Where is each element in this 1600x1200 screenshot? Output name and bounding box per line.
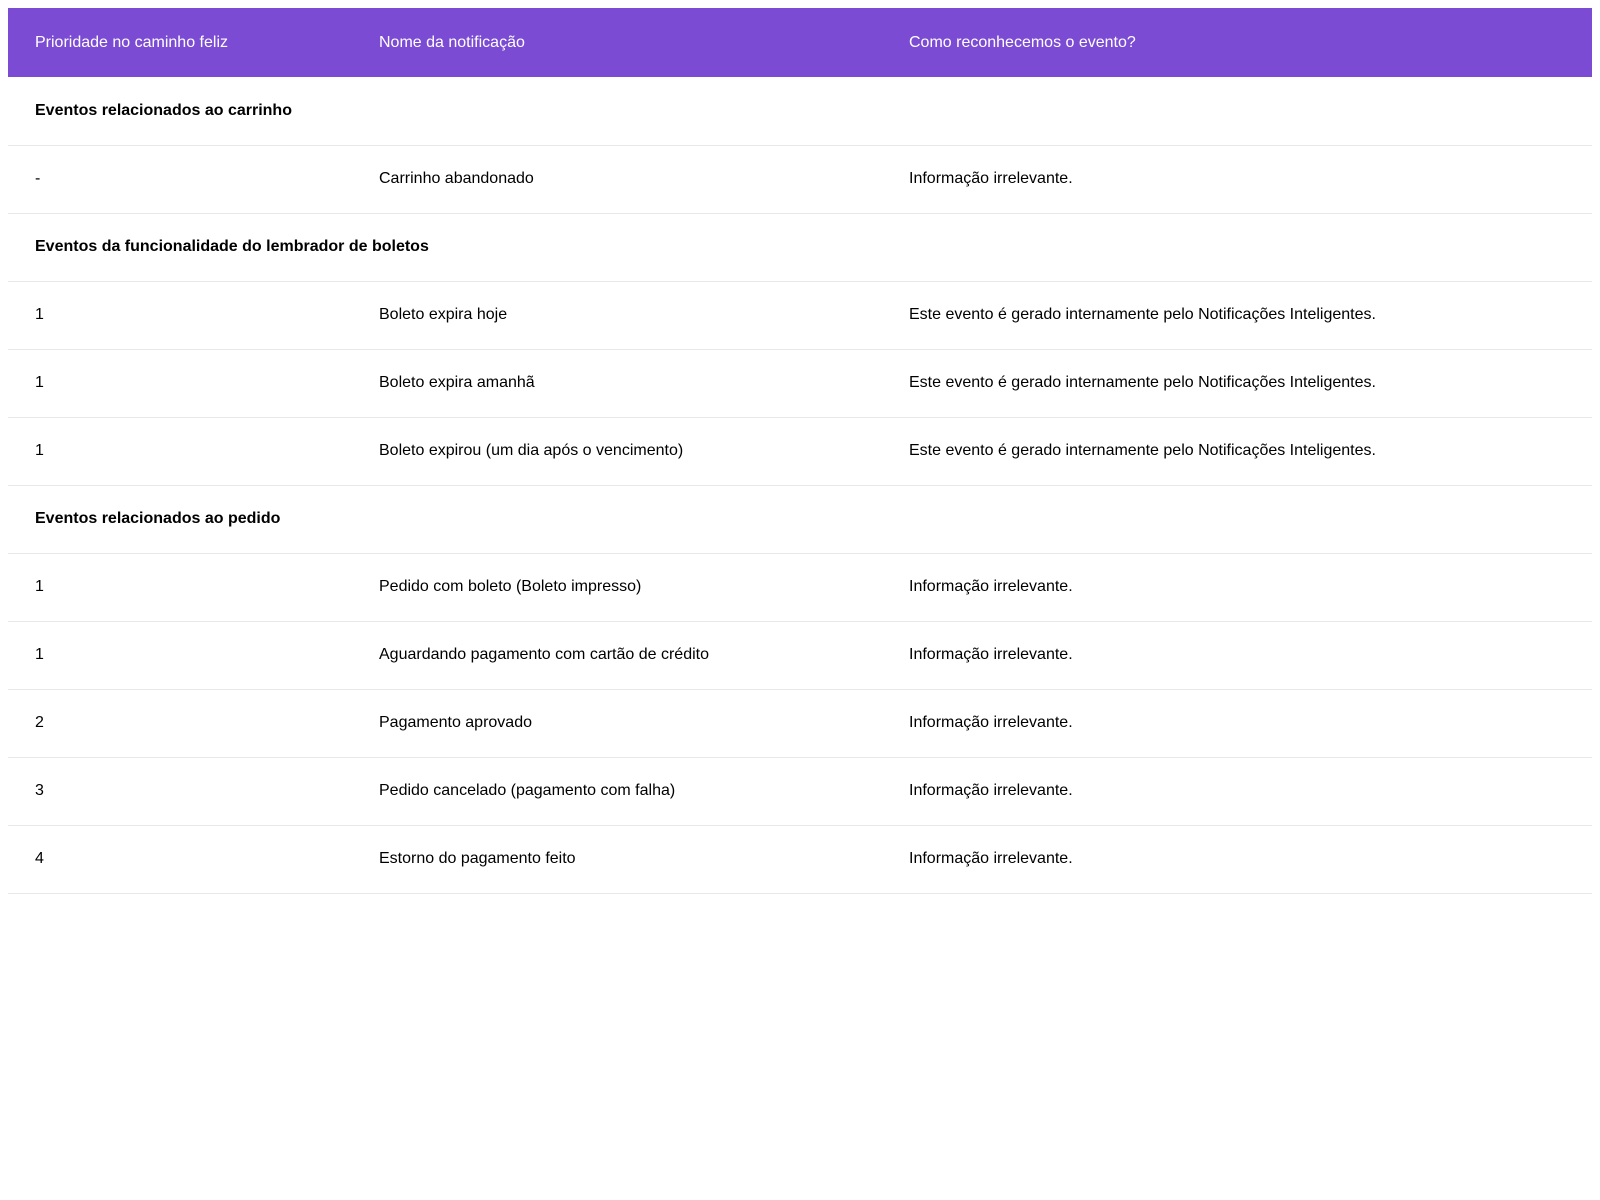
- cell-priority: -: [35, 170, 41, 187]
- cell-priority: 1: [35, 306, 44, 323]
- table-header: Prioridade no caminho feliz Nome da noti…: [8, 8, 1592, 77]
- cell-recognition: Este evento é gerado internamente pelo N…: [909, 442, 1376, 459]
- table-row: - Carrinho abandonado Informação irrelev…: [8, 145, 1592, 213]
- header-recognition: Como reconhecemos o evento?: [909, 33, 1136, 51]
- table-body: Eventos relacionados ao carrinho - Carri…: [8, 77, 1592, 893]
- table-row: 3 Pedido cancelado (pagamento com falha)…: [8, 757, 1592, 825]
- cell-recognition: Informação irrelevante.: [909, 782, 1073, 799]
- cell-notification-name: Pedido com boleto (Boleto impresso): [379, 578, 642, 595]
- cell-recognition: Informação irrelevante.: [909, 578, 1073, 595]
- cell-priority: 1: [35, 374, 44, 391]
- notifications-table: Prioridade no caminho feliz Nome da noti…: [8, 8, 1592, 894]
- group-row-order: Eventos relacionados ao pedido: [8, 485, 1592, 553]
- cell-recognition: Informação irrelevante.: [909, 714, 1073, 731]
- cell-priority: 1: [35, 442, 44, 459]
- cell-priority: 1: [35, 578, 44, 595]
- table-row: 4 Estorno do pagamento feito Informação …: [8, 825, 1592, 893]
- cell-recognition: Informação irrelevante.: [909, 850, 1073, 867]
- cell-recognition: Este evento é gerado internamente pelo N…: [909, 374, 1376, 391]
- cell-priority: 2: [35, 714, 44, 731]
- table-row: 1 Aguardando pagamento com cartão de cré…: [8, 621, 1592, 689]
- cell-notification-name: Pagamento aprovado: [379, 714, 532, 731]
- table-row: 1 Boleto expira hoje Este evento é gerad…: [8, 281, 1592, 349]
- group-row-boleto-reminder: Eventos da funcionalidade do lembrador d…: [8, 213, 1592, 281]
- table-row: 1 Boleto expira amanhã Este evento é ger…: [8, 349, 1592, 417]
- table-row: 1 Pedido com boleto (Boleto impresso) In…: [8, 553, 1592, 621]
- table-row: 2 Pagamento aprovado Informação irreleva…: [8, 689, 1592, 757]
- cell-notification-name: Carrinho abandonado: [379, 170, 534, 187]
- cell-notification-name: Estorno do pagamento feito: [379, 850, 576, 867]
- cell-notification-name: Boleto expira amanhã: [379, 374, 535, 391]
- group-row-cart: Eventos relacionados ao carrinho: [8, 77, 1592, 145]
- cell-priority: 3: [35, 782, 44, 799]
- cell-recognition: Este evento é gerado internamente pelo N…: [909, 306, 1376, 323]
- header-priority: Prioridade no caminho feliz: [35, 33, 228, 51]
- notifications-table-container: Prioridade no caminho feliz Nome da noti…: [8, 8, 1592, 894]
- group-title: Eventos relacionados ao pedido: [35, 510, 281, 527]
- table-row: 1 Boleto expirou (um dia após o vencimen…: [8, 417, 1592, 485]
- cell-priority: 1: [35, 646, 44, 663]
- cell-notification-name: Aguardando pagamento com cartão de crédi…: [379, 646, 709, 663]
- group-title: Eventos da funcionalidade do lembrador d…: [35, 238, 429, 255]
- cell-recognition: Informação irrelevante.: [909, 170, 1073, 187]
- header-notification-name: Nome da notificação: [379, 33, 525, 51]
- cell-notification-name: Boleto expirou (um dia após o vencimento…: [379, 442, 684, 459]
- group-title: Eventos relacionados ao carrinho: [35, 101, 292, 119]
- cell-notification-name: Boleto expira hoje: [379, 306, 508, 323]
- header-row: Prioridade no caminho feliz Nome da noti…: [8, 8, 1592, 77]
- cell-priority: 4: [35, 850, 44, 867]
- cell-notification-name: Pedido cancelado (pagamento com falha): [379, 782, 676, 799]
- cell-recognition: Informação irrelevante.: [909, 646, 1073, 663]
